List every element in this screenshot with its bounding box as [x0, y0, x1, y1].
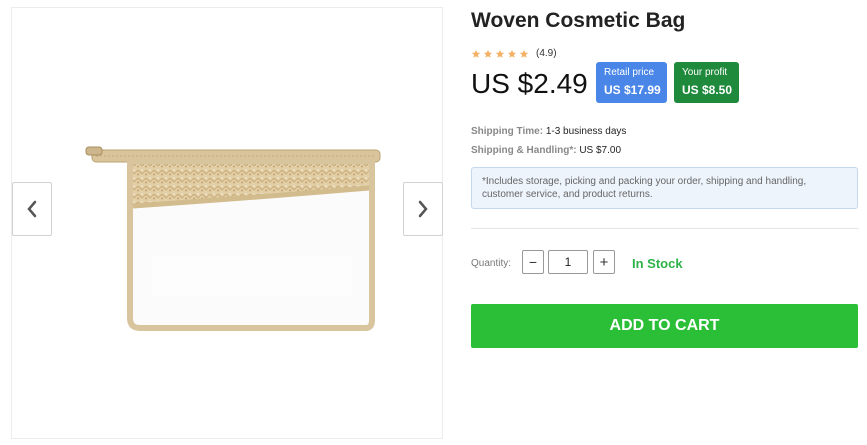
product-price: US $2.49: [471, 68, 588, 99]
profit-label: Your profit: [682, 67, 728, 78]
chevron-left-icon: [27, 200, 37, 218]
profit-value: US $8.50: [682, 83, 733, 97]
prev-image-button[interactable]: [12, 182, 52, 236]
shipping-time-value: 1-3 business days: [545, 126, 627, 137]
stock-status: In Stock: [632, 256, 683, 271]
profit-badge: Your profit US $8.50: [674, 62, 739, 103]
quantity-label: Quantity:: [471, 258, 512, 269]
retail-price-value: US $17.99: [604, 83, 661, 97]
next-image-button[interactable]: [403, 182, 443, 236]
quantity-input[interactable]: [548, 250, 588, 274]
shipping-time-row: Shipping Time: 1-3 business days: [471, 126, 626, 137]
rating-value: (4.9): [536, 48, 557, 59]
star-icon: [471, 49, 481, 58]
quantity-decrease-button[interactable]: −: [522, 250, 544, 274]
shipping-handling-label: Shipping & Handling*:: [471, 145, 577, 156]
retail-price-label: Retail price: [604, 67, 655, 78]
minus-icon: −: [528, 254, 538, 270]
shipping-time-label: Shipping Time:: [471, 126, 544, 137]
product-gallery: [11, 7, 443, 439]
star-icon: [507, 49, 517, 58]
product-rating: (4.9): [471, 48, 557, 59]
quantity-increase-button[interactable]: +: [593, 250, 615, 274]
retail-price-badge: Retail price US $17.99: [596, 62, 667, 103]
divider: [471, 228, 859, 229]
chevron-right-icon: [418, 200, 428, 218]
shipping-note: *Includes storage, picking and packing y…: [471, 167, 858, 209]
product-image: [85, 146, 381, 331]
add-to-cart-button[interactable]: ADD TO CART: [471, 304, 858, 348]
shipping-handling-value: US $7.00: [579, 145, 622, 156]
star-icon: [483, 49, 493, 58]
rating-stars: [471, 49, 529, 59]
plus-icon: +: [599, 253, 609, 271]
star-icon: [519, 49, 529, 58]
star-icon: [495, 49, 505, 58]
shipping-handling-row: Shipping & Handling*: US $7.00: [471, 145, 621, 156]
product-title: Woven Cosmetic Bag: [471, 9, 686, 32]
